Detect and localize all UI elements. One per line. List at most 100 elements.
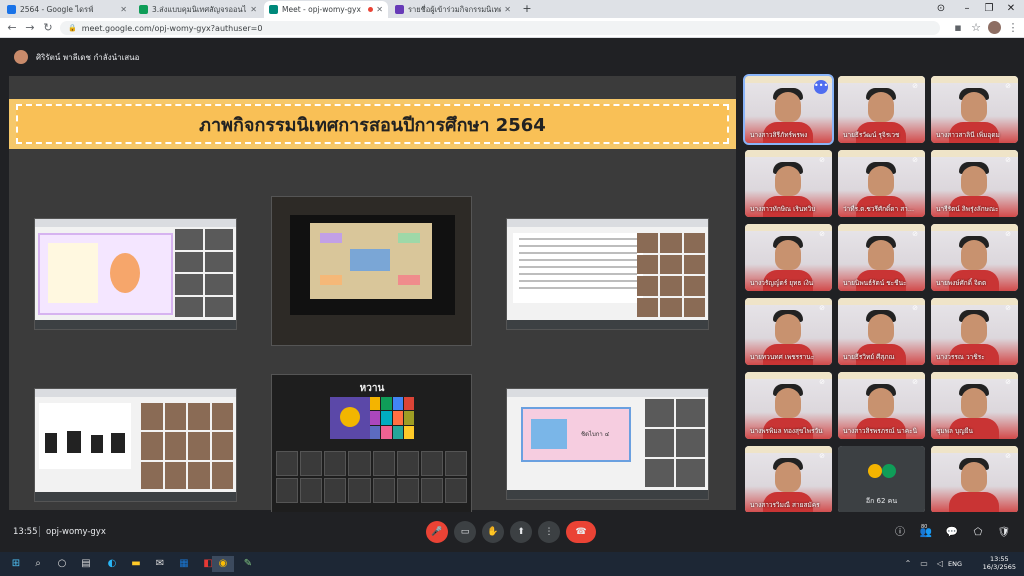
- edge-icon[interactable]: ◐: [104, 556, 120, 572]
- close-window-button[interactable]: ✕: [998, 2, 1024, 16]
- slide-word: หวาน: [359, 383, 385, 394]
- mic-muted-icon: ⊘: [1005, 230, 1011, 238]
- tab-supervision-form[interactable]: 3.ส่งแบบคุมนิเทศสัญจรออนไลน์ภาค ✕: [134, 1, 262, 18]
- mic-muted-icon: ⊘: [819, 378, 825, 386]
- bookmark-star-icon[interactable]: ☆: [968, 20, 984, 36]
- raise-hand-button[interactable]: ✋: [482, 521, 504, 543]
- meeting-details-icon[interactable]: ⓘ: [892, 525, 908, 541]
- participant-tile[interactable]: ⊘: [931, 446, 1018, 513]
- camera-button[interactable]: ▭: [454, 521, 476, 543]
- network-icon[interactable]: ▭: [916, 556, 932, 572]
- camera-permission-icon[interactable]: ▪: [950, 20, 966, 36]
- forms-icon: [395, 5, 404, 14]
- presenter-avatar: [14, 50, 28, 64]
- activity-photo-4: [34, 388, 237, 502]
- mail-icon[interactable]: ✉: [152, 556, 168, 572]
- slide-banner: ภาพกิจกรรมนิเทศการสอนปีการศึกษา 2564: [9, 99, 736, 149]
- chrome-menu-icon[interactable]: ⋮: [1005, 20, 1021, 36]
- participant-tile[interactable]: นารีรัตน์ ลิพรุ่งลักษณะ ⊘: [931, 150, 1018, 217]
- chat-icon[interactable]: 💬: [944, 525, 960, 541]
- file-explorer-icon[interactable]: ▬: [128, 556, 144, 572]
- participant-tile[interactable]: นายธีรวัฒน์ รุจิรเวช ⊘: [838, 76, 925, 143]
- participant-name: นางสาวสาลินี เพิ่มอุดม: [936, 131, 1000, 139]
- tab-title: Meet - opj-womy-gyx: [282, 5, 361, 14]
- mic-muted-icon: ⊘: [819, 156, 825, 164]
- tab-attendee-list[interactable]: รายชื่อผู้เข้าร่วมกิจกรรมนิเทศสัญจร ✕: [390, 1, 516, 18]
- app-icon[interactable]: ✎: [240, 556, 256, 572]
- participant-tile[interactable]: นายทวนทศ เพชรรานะ ⊘: [745, 298, 832, 365]
- close-icon[interactable]: ✕: [250, 5, 257, 14]
- tab-search-icon[interactable]: ⊙: [928, 2, 954, 16]
- participant-name: นายธีรวิทย์ ศีสุภณ: [843, 353, 895, 361]
- participant-tile[interactable]: อีก 62 คน: [838, 446, 925, 513]
- mic-off-button[interactable]: 🎤: [426, 521, 448, 543]
- clock-time: 13:55: [989, 555, 1009, 563]
- input-language[interactable]: ENG: [948, 560, 962, 568]
- activity-photo-1: [34, 218, 237, 330]
- participant-tile[interactable]: ว่าที่ร.ต.ชวรีศักดิ์ดา สา... ⊘: [838, 150, 925, 217]
- participant-tile[interactable]: นางพรพิมล ทองสุขไพรวัน ⊘: [745, 372, 832, 439]
- more-options-button[interactable]: ⋮: [538, 521, 560, 543]
- tray-overflow-icon[interactable]: ⌃: [900, 556, 916, 572]
- participant-tile[interactable]: นายพงษ์ศักดิ์ จิตต ⊘: [931, 224, 1018, 291]
- volume-icon[interactable]: ◁: [932, 556, 948, 572]
- participant-avatar: [868, 464, 882, 478]
- meet-control-bar: 13:55 opj-womy-gyx 🎤 ▭ ✋ ⬆ ⋮ ☎ ⓘ 80 👥 💬 …: [0, 512, 1024, 552]
- worksheet-panel: [39, 403, 131, 469]
- participant-name: นางพรพิมล ทองสุขไพรวัน: [750, 427, 823, 435]
- tile-more-options-icon[interactable]: •••: [814, 80, 828, 94]
- new-tab-button[interactable]: +: [520, 2, 534, 16]
- profile-avatar[interactable]: [988, 21, 1001, 34]
- participant-name: นางวรรณ วาชิระ: [936, 353, 985, 361]
- browser-toolbar: ← → ↻ 🔒 meet.google.com/opj-womy-gyx?aut…: [0, 18, 1024, 38]
- participant-tile[interactable]: นายนิพนธ์รัตน์ ชะชีนะ ⊘: [838, 224, 925, 291]
- sheets-icon: [139, 5, 148, 14]
- participant-tile[interactable]: นางสาวสาลินี เพิ่มอุดม ⊘: [931, 76, 1018, 143]
- leave-call-button[interactable]: ☎: [566, 521, 596, 543]
- store-icon[interactable]: ▦: [176, 556, 192, 572]
- people-icon[interactable]: 80 👥: [918, 524, 934, 541]
- clock-date: 16/3/2565: [982, 563, 1016, 571]
- mic-muted-icon: ⊘: [912, 304, 918, 312]
- tab-title: 3.ส่งแบบคุมนิเทศสัญจรออนไลน์ภาค: [152, 4, 247, 14]
- tab-meet[interactable]: Meet - opj-womy-gyx ✕: [264, 1, 388, 18]
- participant-name: นางสาวทักษิณ เรินทวิบ: [750, 205, 816, 213]
- mic-muted-icon: ⊘: [1005, 82, 1011, 90]
- host-controls-icon[interactable]: 🛡: [996, 525, 1012, 541]
- mic-muted-icon: ⊘: [819, 230, 825, 238]
- mic-muted-icon: ⊘: [819, 452, 825, 460]
- participant-name: นางสาวสิรพรภรณ์ นาคะนิ: [843, 427, 918, 435]
- close-icon[interactable]: ✕: [120, 5, 127, 14]
- tab-google-drive[interactable]: 2564 - Google ไดรฟ์ ✕: [2, 1, 132, 18]
- participant-name: นายนิพนธ์รัตน์ ชะชีนะ: [843, 279, 907, 287]
- present-button[interactable]: ⬆: [510, 521, 532, 543]
- participant-tile[interactable]: ชุมพล บุญยืน ⊘: [931, 372, 1018, 439]
- search-icon[interactable]: ⌕: [30, 556, 46, 572]
- participant-tile[interactable]: นางสาวรวิมณี สายสมัคร ⊘: [745, 446, 832, 513]
- back-icon[interactable]: ←: [4, 20, 20, 36]
- address-bar[interactable]: 🔒 meet.google.com/opj-womy-gyx?authuser=…: [60, 21, 940, 35]
- chrome-taskbar-icon[interactable]: ◉: [212, 556, 234, 572]
- reload-icon[interactable]: ↻: [40, 20, 56, 36]
- participant-tile[interactable]: นางสาวสิรพรภรณ์ นาคะนิ ⊘: [838, 372, 925, 439]
- participant-tile[interactable]: นายธีรวิทย์ ศีสุภณ ⊘: [838, 298, 925, 365]
- activities-icon[interactable]: ⬠: [970, 525, 986, 541]
- slide-banner-frame: ภาพกิจกรรมนิเทศการสอนปีการศึกษา 2564: [16, 104, 729, 144]
- task-view-icon[interactable]: ▤: [78, 556, 94, 572]
- cortana-icon[interactable]: ○: [54, 556, 70, 572]
- recording-dot-icon: [368, 7, 374, 12]
- close-icon[interactable]: ✕: [376, 5, 383, 14]
- windows-start-icon[interactable]: ⊞: [8, 556, 24, 572]
- browser-tab-bar: 2564 - Google ไดรฟ์ ✕ 3.ส่งแบบคุมนิเทศสั…: [0, 0, 1024, 18]
- participant-tile[interactable]: นางสาวทักษิณ เรินทวิบ ⊘: [745, 150, 832, 217]
- participant-name: ชุมพล บุญยืน: [936, 427, 973, 435]
- mic-muted-icon: ⊘: [912, 156, 918, 164]
- participant-tile[interactable]: นางวรัญญ์ตร์ ยุทธ เงิน ⊘: [745, 224, 832, 291]
- taskbar-clock[interactable]: 13:55 16/3/2565: [983, 555, 1016, 571]
- tab-title: รายชื่อผู้เข้าร่วมกิจกรรมนิเทศสัญจร: [408, 4, 502, 14]
- close-icon[interactable]: ✕: [504, 5, 511, 14]
- participant-tile[interactable]: นางวรรณ วาชิระ ⊘: [931, 298, 1018, 365]
- participant-tile[interactable]: นางสาวสิรีภัทร์พรพง •••: [743, 74, 834, 145]
- presentation-stage[interactable]: ภาพกิจกรรมนิเทศการสอนปีการศึกษา 2564 หวา…: [9, 76, 736, 514]
- forward-icon[interactable]: →: [22, 20, 38, 36]
